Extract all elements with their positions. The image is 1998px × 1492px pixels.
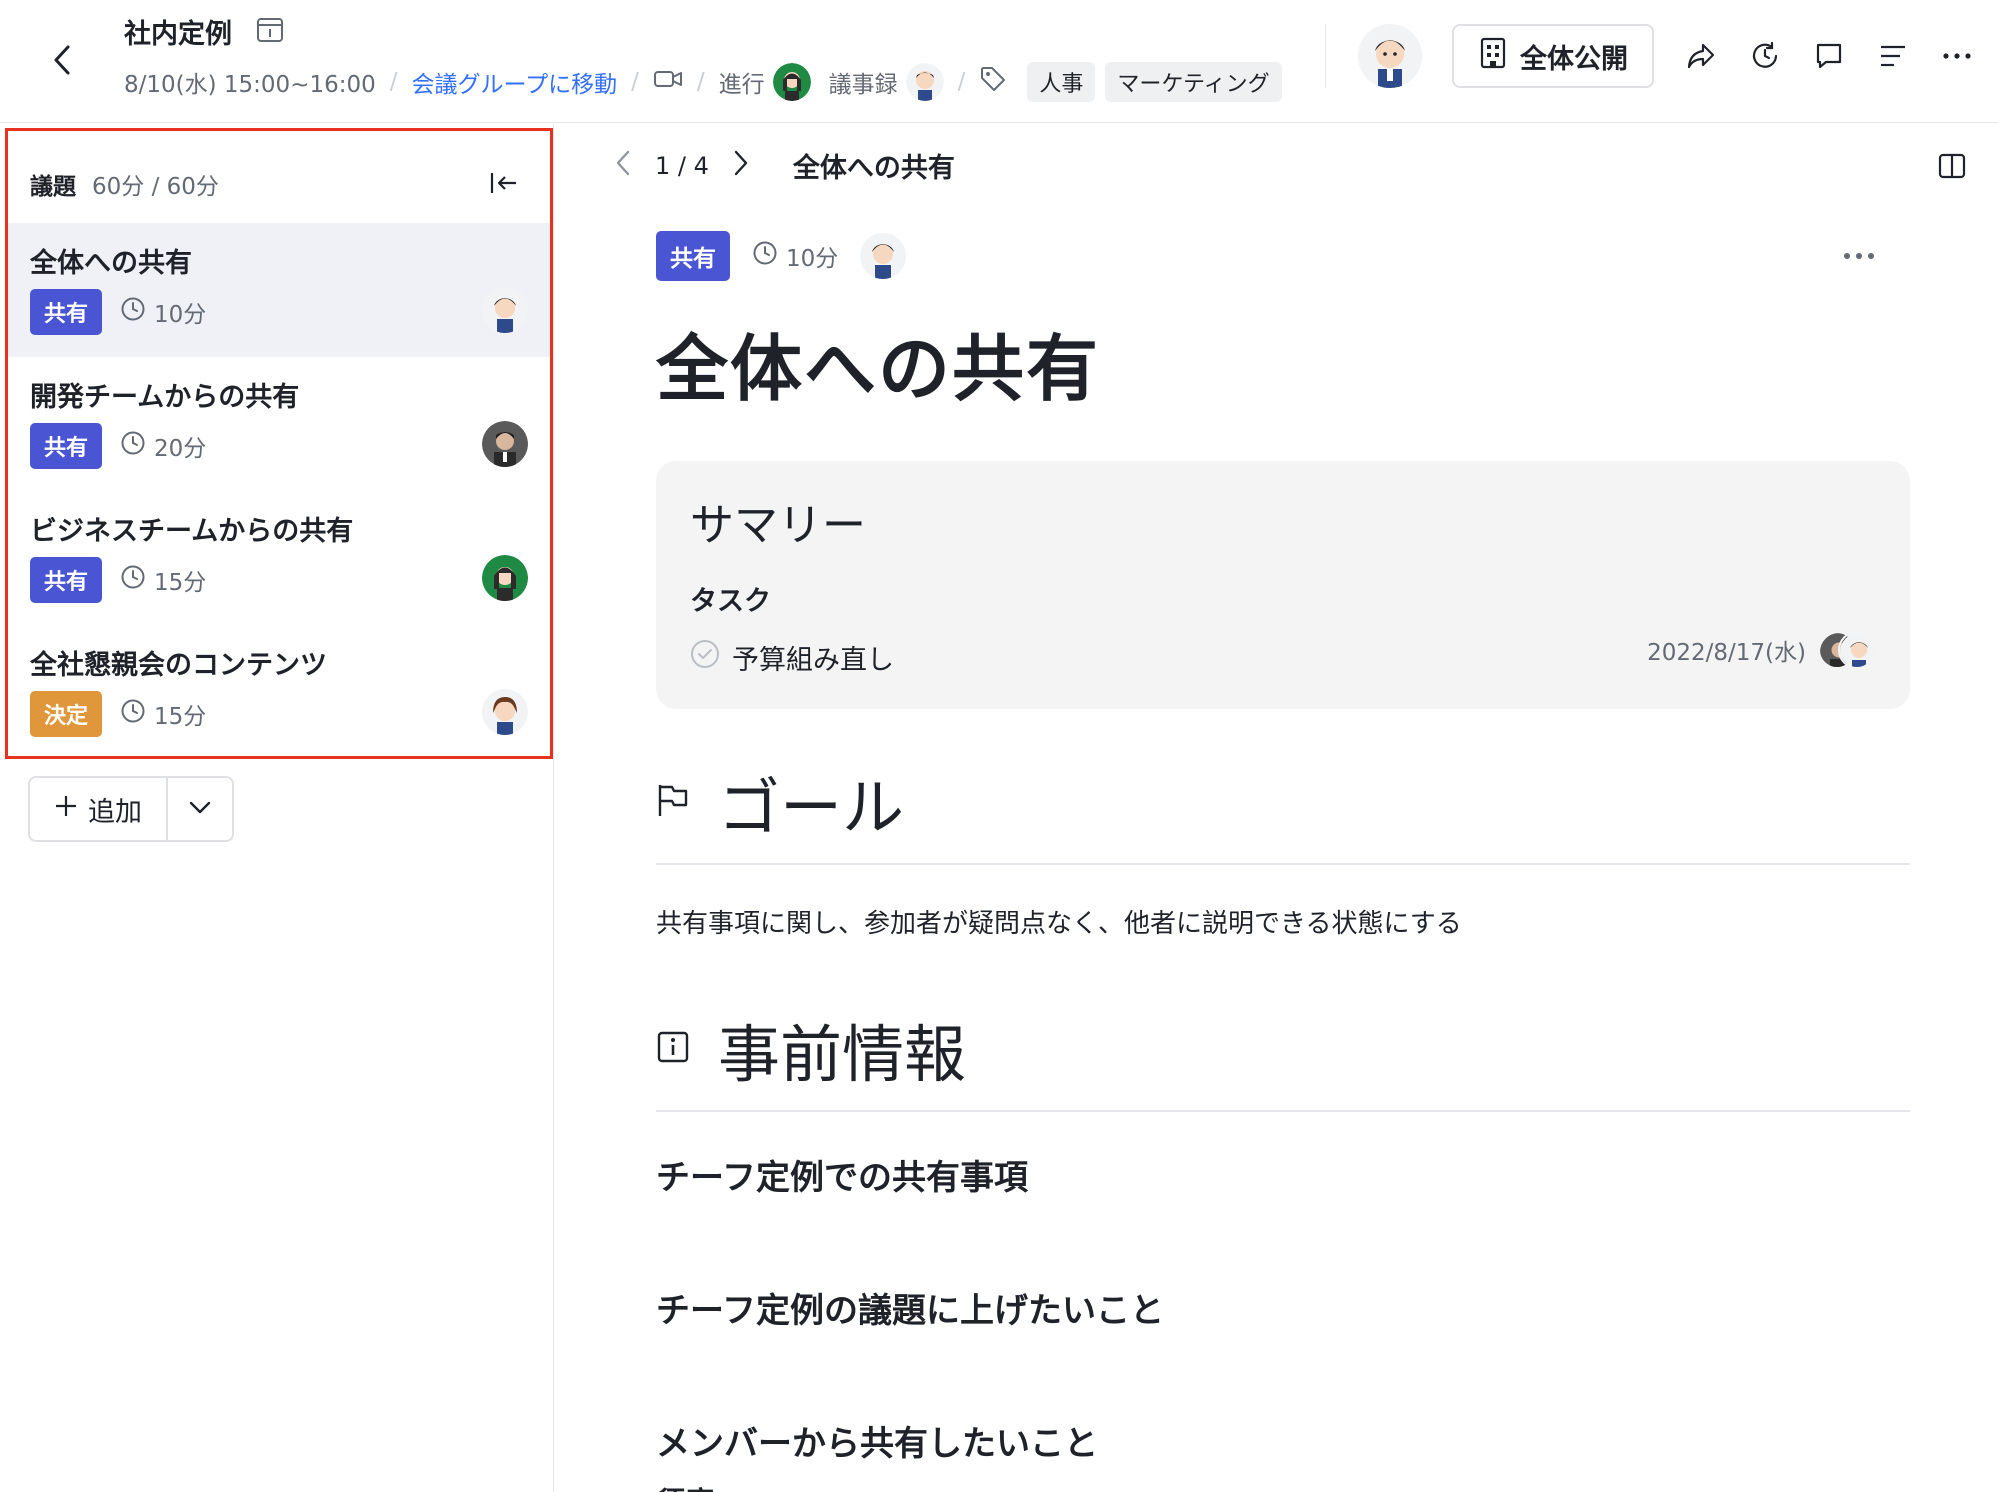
facilitator-avatar[interactable]: [772, 63, 811, 101]
collapse-panel-icon[interactable]: [486, 165, 522, 201]
facilitator-label: 進行: [718, 72, 765, 98]
header-divider: [1325, 24, 1326, 88]
back-icon[interactable]: [44, 38, 80, 82]
info-icon[interactable]: [256, 16, 284, 48]
clock-icon: [752, 240, 778, 272]
public-label: 全体公開: [1520, 43, 1628, 75]
split-view-icon[interactable]: [1934, 148, 1970, 184]
plus-icon: [54, 794, 78, 825]
agenda-item[interactable]: ビジネスチームからの共有 共有 15分: [8, 491, 550, 625]
page-counter: 1 / 4: [655, 151, 709, 180]
agenda-item[interactable]: 開発チームからの共有 共有 20分: [8, 357, 550, 491]
info-section-header: 事前情報: [656, 1004, 1910, 1112]
clock-icon: [120, 698, 146, 730]
separator: /: [389, 69, 398, 95]
chevron-down-icon: [188, 799, 212, 819]
public-button[interactable]: 全体公開: [1452, 24, 1654, 88]
tag-marketing[interactable]: マーケティング: [1105, 62, 1282, 102]
agenda-item-duration: 15分: [154, 570, 207, 596]
assignee-avatar[interactable]: [482, 421, 528, 467]
check-circle-icon[interactable]: [690, 639, 720, 676]
meeting-header: 社内定例 8/10(水) 15:00~16:00 / 会議グループに移動 / /…: [0, 0, 1998, 123]
meeting-datetime: 8/10(水) 15:00~16:00: [124, 72, 376, 98]
clock-icon: [120, 564, 146, 596]
next-icon[interactable]: [733, 149, 749, 183]
pager-title: 全体への共有: [792, 153, 955, 184]
assignee-avatar[interactable]: [482, 689, 528, 735]
agenda-item-title: ビジネスチームからの共有: [30, 516, 354, 547]
user-avatar[interactable]: [1358, 24, 1422, 88]
subheading-chief-agenda[interactable]: チーフ定例の議題に上げたいこと: [656, 1283, 1910, 1332]
group-link[interactable]: 会議グループに移動: [412, 65, 618, 99]
add-dropdown-button[interactable]: [168, 778, 232, 840]
agenda-title[interactable]: 全体への共有: [656, 310, 1910, 415]
agenda-time: 60分 / 60分: [92, 174, 219, 200]
agenda-item[interactable]: 全体への共有 共有 10分: [8, 223, 550, 357]
info-icon: [656, 1030, 690, 1068]
agenda-item-title: 全体への共有: [30, 248, 192, 279]
agenda-highlight: 議題 60分 / 60分 全体への共有 共有 10分 開発チームからの共有 共有…: [5, 128, 553, 759]
agenda-item-duration: 20分: [154, 436, 207, 462]
agenda-detail: 共有 10分 全体への共有 サマリー タスク 予算組み直し 2022/8/17(…: [656, 230, 1910, 1492]
task-assignees[interactable]: [1818, 631, 1876, 669]
agenda-list: 全体への共有 共有 10分 開発チームからの共有 共有 20分 ビジネスチームか…: [8, 223, 550, 759]
tag-icon[interactable]: [979, 65, 1007, 99]
share-badge[interactable]: 共有: [656, 231, 730, 281]
task-due-date[interactable]: 2022/8/17(水): [1647, 633, 1806, 667]
agenda-panel: 議題 60分 / 60分 全体への共有 共有 10分 開発チームからの共有 共有…: [0, 124, 554, 1492]
video-icon[interactable]: [653, 68, 683, 96]
goal-heading[interactable]: ゴール: [718, 757, 904, 847]
share-badge: 共有: [30, 557, 103, 603]
avatar: [1838, 631, 1876, 669]
more-icon[interactable]: [1940, 39, 1974, 73]
meeting-title: 社内定例: [124, 19, 232, 50]
decide-badge: 決定: [30, 691, 103, 737]
assignee-avatar[interactable]: [482, 555, 528, 601]
minutes-avatar[interactable]: [905, 63, 944, 101]
agenda-item-title: 開発チームからの共有: [30, 382, 300, 413]
clock-icon: [120, 430, 146, 462]
main-topbar: 1 / 4 全体への共有: [555, 124, 1998, 204]
separator: /: [696, 69, 705, 95]
comment-icon[interactable]: [1812, 39, 1846, 73]
minutes-label: 議事録: [828, 72, 898, 98]
add-agenda-button[interactable]: 追加: [30, 778, 168, 840]
agenda-item-duration: 15分: [154, 704, 207, 730]
building-icon: [1478, 37, 1508, 76]
item-more-icon[interactable]: [1842, 246, 1882, 266]
share-icon[interactable]: [1684, 39, 1718, 73]
agenda-label: 議題: [30, 174, 76, 200]
summary-heading: サマリー: [690, 500, 866, 551]
detail-duration[interactable]: 10分: [786, 239, 838, 273]
agenda-item-title: 全社懇親会のコンテンツ: [30, 650, 327, 681]
goal-text[interactable]: 共有事項に関し、参加者が疑問点なく、他者に説明できる状態にする: [656, 903, 1910, 940]
share-badge: 共有: [30, 423, 103, 469]
info-heading[interactable]: 事前情報: [718, 1004, 966, 1094]
goal-section-header: ゴール: [656, 757, 1910, 865]
prev-icon[interactable]: [615, 149, 631, 183]
task-title[interactable]: 予算組み直し: [732, 638, 894, 677]
agenda-item[interactable]: 全社懇親会のコンテンツ 決定 15分: [8, 625, 550, 759]
task-label: タスク: [690, 586, 771, 617]
member-name[interactable]: 須磨: [656, 1479, 1910, 1492]
subheading-chief-share[interactable]: チーフ定例での共有事項: [656, 1150, 1910, 1199]
add-label: 追加: [88, 796, 142, 828]
agenda-item-duration: 10分: [154, 302, 207, 328]
subheading-member-share[interactable]: メンバーから共有したいこと: [656, 1416, 1910, 1465]
separator: /: [957, 69, 966, 95]
share-badge: 共有: [30, 289, 103, 335]
clock-icon: [120, 296, 146, 328]
add-agenda-group: 追加: [28, 776, 234, 842]
outline-icon[interactable]: [1876, 39, 1910, 73]
assignee-avatar[interactable]: [860, 233, 907, 279]
assignee-avatar[interactable]: [482, 287, 528, 333]
summary-block: サマリー タスク 予算組み直し 2022/8/17(水): [656, 461, 1910, 709]
separator: /: [631, 69, 639, 95]
flag-icon: [656, 782, 690, 822]
tag-hr[interactable]: 人事: [1027, 62, 1096, 102]
history-icon[interactable]: [1748, 39, 1782, 73]
